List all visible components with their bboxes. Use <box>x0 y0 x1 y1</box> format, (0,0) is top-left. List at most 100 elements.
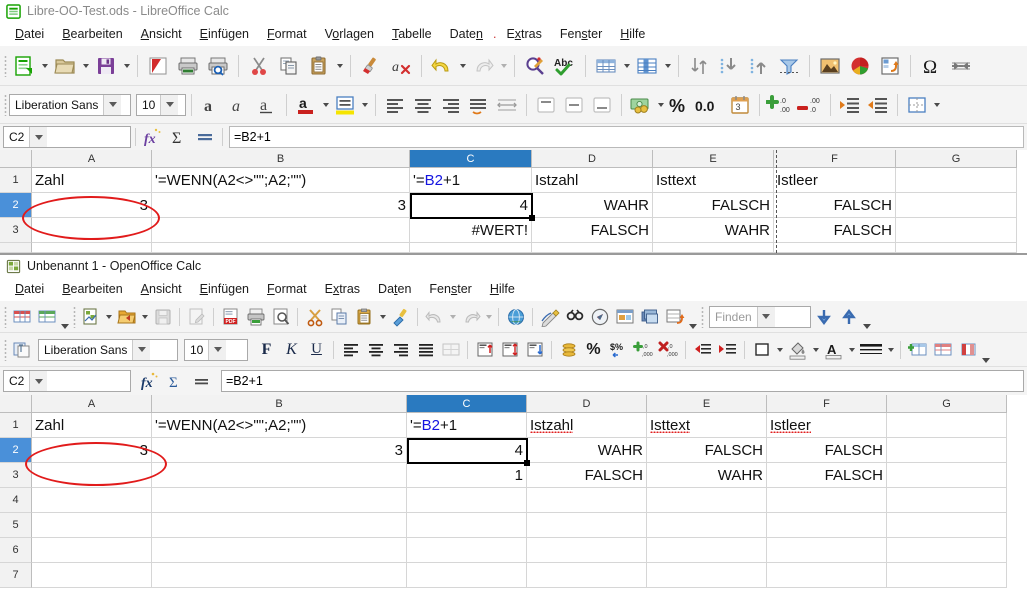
currency-icon[interactable] <box>627 91 655 119</box>
borders-icon[interactable] <box>903 91 931 119</box>
wrap-text-icon[interactable] <box>493 91 521 119</box>
cell-f2[interactable]: FALSCH <box>774 193 896 218</box>
font-size-combo[interactable]: 10 <box>136 94 186 116</box>
redo-icon[interactable] <box>468 51 498 81</box>
italic-icon[interactable]: K <box>279 337 304 362</box>
formula-input[interactable]: =B2+1 <box>229 126 1024 148</box>
table-icon[interactable] <box>9 304 34 329</box>
draw-functions-icon[interactable] <box>537 304 562 329</box>
align-center-icon[interactable] <box>363 337 388 362</box>
paste-dropdown[interactable] <box>334 53 345 79</box>
insert-image-icon[interactable] <box>815 51 845 81</box>
oo-cell-d2[interactable]: WAHR <box>527 438 647 463</box>
oo-cell-b7[interactable] <box>152 563 407 588</box>
column-header-c[interactable]: C <box>410 150 532 168</box>
column-header-a[interactable]: A <box>32 150 152 168</box>
oo-menu-datei[interactable]: Datei <box>6 279 53 299</box>
new-document-icon[interactable] <box>9 51 39 81</box>
oo-cell-c2[interactable]: 4 <box>407 438 527 463</box>
oo-column-header-c[interactable]: C <box>407 395 527 413</box>
oo-row-header-6[interactable]: 6 <box>0 538 32 563</box>
oo-cell-b1[interactable]: '=WENN(A2<>"";A2;"") <box>152 413 407 438</box>
oo-cell-a1[interactable]: Zahl <box>32 413 152 438</box>
name-box[interactable]: C2 <box>3 126 131 148</box>
cell-a1[interactable]: Zahl <box>32 168 152 193</box>
oo-cell-f1[interactable]: Istleer <box>767 413 887 438</box>
print-preview-icon[interactable] <box>268 304 293 329</box>
print-preview-icon[interactable] <box>203 51 233 81</box>
oo-cell-c4[interactable] <box>407 488 527 513</box>
column-header-f[interactable]: F <box>774 150 896 168</box>
oo-cell-g6[interactable] <box>887 538 1007 563</box>
oo-column-header-e[interactable]: E <box>647 395 767 413</box>
font-color-dropdown[interactable] <box>320 92 331 118</box>
cell-b1[interactable]: '=WENN(A2<>"";A2;"") <box>152 168 410 193</box>
column-header-d[interactable]: D <box>532 150 653 168</box>
menu-einfuegen[interactable]: Einfügen <box>191 24 258 44</box>
insert-table-icon[interactable] <box>34 304 59 329</box>
row-icon[interactable] <box>591 51 621 81</box>
menu-tabelle[interactable]: Tabelle <box>383 24 441 44</box>
oo-cell-a3[interactable] <box>32 463 152 488</box>
cell-c2[interactable]: 4 <box>410 193 532 218</box>
oo-name-box-dropdown[interactable] <box>29 371 47 391</box>
oo-cell-g7[interactable] <box>887 563 1007 588</box>
oo-font-name-dropdown[interactable] <box>132 340 150 360</box>
row-header-2[interactable]: 2 <box>0 193 32 218</box>
paste-icon[interactable] <box>304 51 334 81</box>
align-top-icon[interactable] <box>472 337 497 362</box>
new-document-dropdown[interactable] <box>39 53 50 79</box>
redo-dropdown[interactable] <box>483 304 494 330</box>
align-left-icon[interactable] <box>338 337 363 362</box>
cell-e1[interactable]: Isttext <box>653 168 774 193</box>
oo-cell-e7[interactable] <box>647 563 767 588</box>
cell-b4[interactable] <box>152 243 410 253</box>
oo-menu-format[interactable]: Format <box>258 279 316 299</box>
column-dropdown[interactable] <box>662 53 673 79</box>
paste-dropdown[interactable] <box>377 304 388 330</box>
cell-a4[interactable] <box>32 243 152 253</box>
sum-icon[interactable]: Σ <box>163 369 189 393</box>
oo-cell-d1[interactable]: Istzahl <box>527 413 647 438</box>
cell-e2[interactable]: FALSCH <box>653 193 774 218</box>
borders-dropdown[interactable] <box>774 337 785 363</box>
oo-cell-b3[interactable] <box>152 463 407 488</box>
cell-g4[interactable] <box>896 243 1017 253</box>
oo-menu-bearbeiten[interactable]: Bearbeiten <box>53 279 131 299</box>
align-top-icon[interactable] <box>532 91 560 119</box>
oo-row-header-1[interactable]: 1 <box>0 413 32 438</box>
decrease-indent-icon[interactable] <box>690 337 715 362</box>
copy-icon[interactable] <box>327 304 352 329</box>
oo-cell-a5[interactable] <box>32 513 152 538</box>
align-bottom-icon[interactable] <box>588 91 616 119</box>
row-header-4[interactable] <box>0 243 32 253</box>
align-right-icon[interactable] <box>388 337 413 362</box>
cell-a2[interactable]: 3 <box>32 193 152 218</box>
save-icon[interactable] <box>150 304 175 329</box>
oo-cell-e2[interactable]: FALSCH <box>647 438 767 463</box>
align-bottom-icon[interactable] <box>522 337 547 362</box>
open-file-dropdown[interactable] <box>80 53 91 79</box>
highlight-color-icon[interactable] <box>331 91 359 119</box>
align-left-icon[interactable] <box>381 91 409 119</box>
print-icon[interactable] <box>173 51 203 81</box>
function-wizard-icon[interactable]: fx <box>140 125 166 149</box>
justified-icon[interactable] <box>413 337 438 362</box>
toolbar-grip[interactable] <box>2 301 9 332</box>
save-dropdown[interactable] <box>121 53 132 79</box>
cell-g1[interactable] <box>896 168 1017 193</box>
oo-cell-e4[interactable] <box>647 488 767 513</box>
formatting-toolbar-overflow[interactable] <box>980 333 992 366</box>
find-next-icon[interactable] <box>811 304 836 329</box>
toolbar-grip[interactable] <box>71 301 78 332</box>
formula-icon[interactable] <box>189 369 215 393</box>
find-replace-icon[interactable] <box>562 304 587 329</box>
cell-d4[interactable] <box>532 243 653 253</box>
oo-cell-c5[interactable] <box>407 513 527 538</box>
align-center-icon[interactable] <box>409 91 437 119</box>
menu-hilfe[interactable]: Hilfe <box>611 24 654 44</box>
toolbar-grip[interactable] <box>2 333 9 366</box>
data-sources-icon[interactable] <box>637 304 662 329</box>
borders-icon[interactable] <box>749 337 774 362</box>
oo-cell-f3[interactable]: FALSCH <box>767 463 887 488</box>
